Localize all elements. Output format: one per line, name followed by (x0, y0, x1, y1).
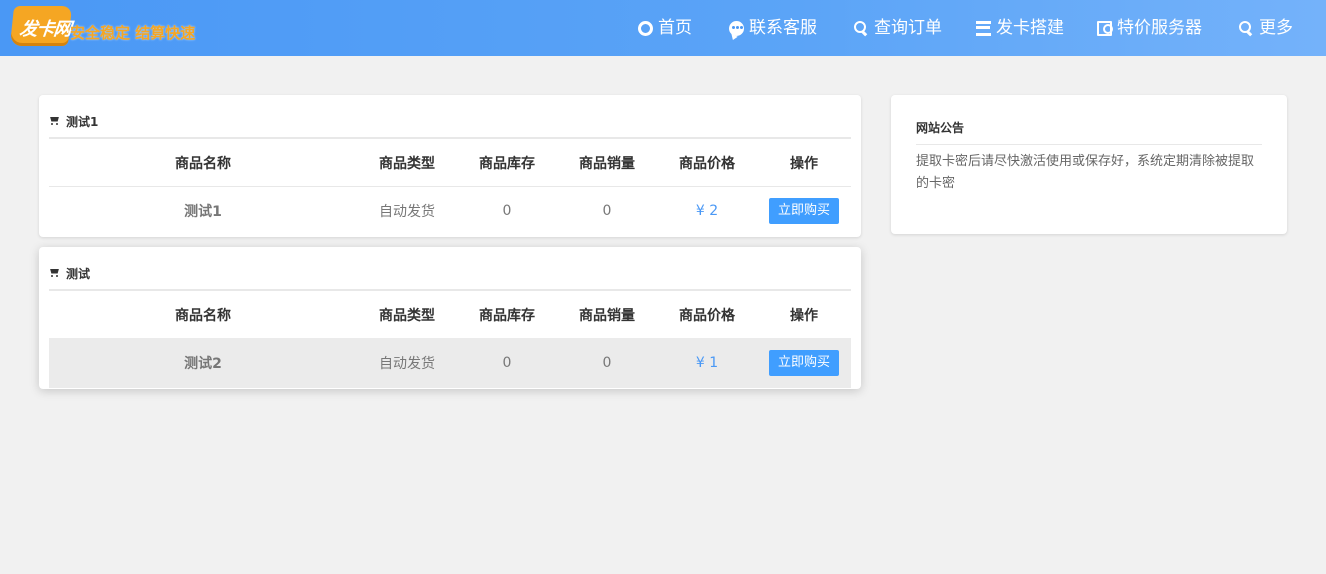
col-header-stock: 商品库存 (479, 307, 535, 324)
bars-icon (976, 20, 991, 36)
notice-body: 提取卡密后请尽快激活使用或保存好，系统定期清除被提取的卡密 (916, 154, 1255, 191)
shopping-cart-icon (49, 269, 60, 278)
logo-slogan: 安全稳定 结算快速 (70, 24, 196, 42)
col-header-op: 操作 (790, 155, 818, 172)
money-icon (1097, 20, 1113, 36)
search-icon (1239, 20, 1254, 36)
product-sold: 0 (602, 355, 612, 371)
search-icon (854, 20, 869, 36)
category-panel: 测试 商品名称 商品类型 商品库存 商品销量 商品价格 操作 测试2 自动发货 … (39, 247, 861, 389)
notice-panel: 网站公告 提取卡密后请尽快激活使用或保存好，系统定期清除被提取的卡密 (891, 95, 1287, 234)
category-title: 测试 (66, 266, 91, 281)
col-header-op: 操作 (790, 307, 818, 324)
nav-more[interactable]: 更多 (1239, 0, 1293, 56)
nav-build-shop-label: 发卡搭建 (996, 18, 1064, 38)
category-header: 测试1 (49, 95, 851, 139)
shopping-cart-icon (49, 117, 60, 126)
col-header-sold: 商品销量 (579, 307, 635, 324)
nav-query-order-label: 查询订单 (874, 18, 942, 38)
col-header-type: 商品类型 (379, 155, 435, 172)
nav-discount-server-label: 特价服务器 (1117, 18, 1202, 38)
table-header-row: 商品名称 商品类型 商品库存 商品销量 商品价格 操作 (49, 291, 851, 339)
category-header: 测试 (49, 247, 851, 291)
comment-icon (729, 20, 744, 36)
table-header-row: 商品名称 商品类型 商品库存 商品销量 商品价格 操作 (49, 139, 851, 187)
nav-home[interactable]: 首页 (638, 0, 692, 56)
table-row[interactable]: 测试2 自动发货 0 0 ¥ 1 立即购买 (49, 338, 851, 388)
buy-now-button[interactable]: 立即购买 (769, 198, 839, 224)
site-logo[interactable]: 发卡网 安全稳定 结算快速 (9, 4, 195, 50)
nav-query-order[interactable]: 查询订单 (854, 0, 942, 56)
product-type: 自动发货 (379, 356, 435, 372)
nav-contact-support-label: 联系客服 (749, 18, 817, 38)
product-stock: 0 (502, 355, 512, 371)
nav-build-shop[interactable]: 发卡搭建 (976, 0, 1064, 56)
product-name: 测试2 (184, 356, 222, 372)
product-name: 测试1 (184, 204, 222, 220)
product-sold: 0 (602, 203, 612, 219)
notice-title: 网站公告 (916, 119, 1262, 145)
nav-contact-support[interactable]: 联系客服 (729, 0, 817, 56)
col-header-name: 商品名称 (175, 155, 231, 172)
col-header-stock: 商品库存 (479, 155, 535, 172)
category-title: 测试1 (66, 114, 99, 129)
nav-home-label: 首页 (658, 18, 692, 38)
opera-icon (638, 20, 653, 36)
col-header-price: 商品价格 (679, 307, 735, 324)
col-header-type: 商品类型 (379, 307, 435, 324)
product-action: 立即购买 (757, 350, 851, 376)
nav-more-label: 更多 (1259, 18, 1293, 38)
buy-now-button[interactable]: 立即购买 (769, 350, 839, 376)
col-header-name: 商品名称 (175, 307, 231, 324)
product-stock: 0 (502, 203, 512, 219)
top-navbar: 发卡网 安全稳定 结算快速 首页 联系客服 查询订单 发卡搭建 特价服务器 更多 (0, 0, 1326, 56)
logo-badge-text: 发卡网 (18, 19, 72, 40)
category-panel: 测试1 商品名称 商品类型 商品库存 商品销量 商品价格 操作 测试1 自动发货… (39, 95, 861, 237)
table-row[interactable]: 测试1 自动发货 0 0 ¥ 2 立即购买 (49, 186, 851, 236)
nav-discount-server[interactable]: 特价服务器 (1097, 0, 1202, 56)
product-price: ¥ 1 (695, 355, 719, 371)
col-header-sold: 商品销量 (579, 155, 635, 172)
product-action: 立即购买 (757, 198, 851, 224)
product-price: ¥ 2 (695, 203, 719, 219)
col-header-price: 商品价格 (679, 155, 735, 172)
logo-badge: 发卡网 (9, 6, 73, 46)
product-type: 自动发货 (379, 204, 435, 220)
